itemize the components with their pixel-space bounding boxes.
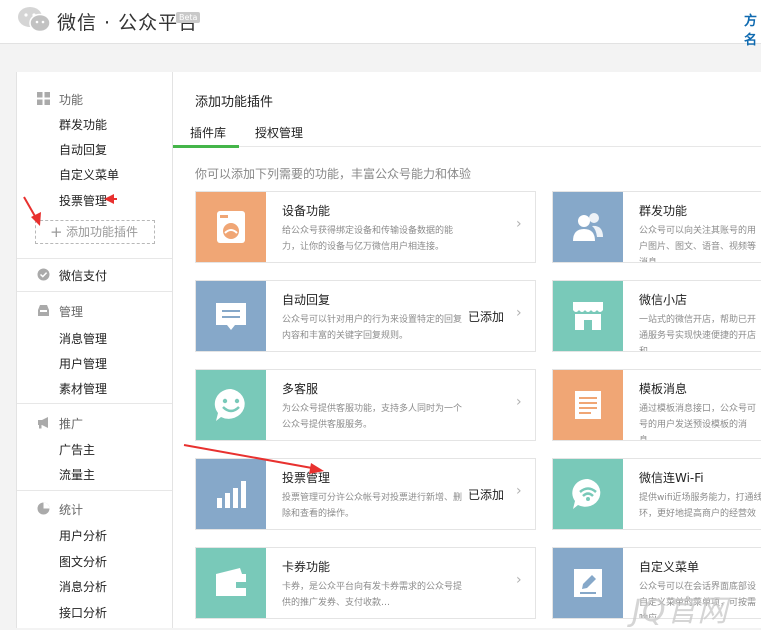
arrow-to-vote-menu xyxy=(104,194,117,204)
arrow-to-vote-plugin xyxy=(183,444,324,474)
arrow-to-add-plugin xyxy=(23,196,41,226)
watermark: JQ官网 xyxy=(632,594,729,629)
annotation-arrows xyxy=(23,194,324,474)
